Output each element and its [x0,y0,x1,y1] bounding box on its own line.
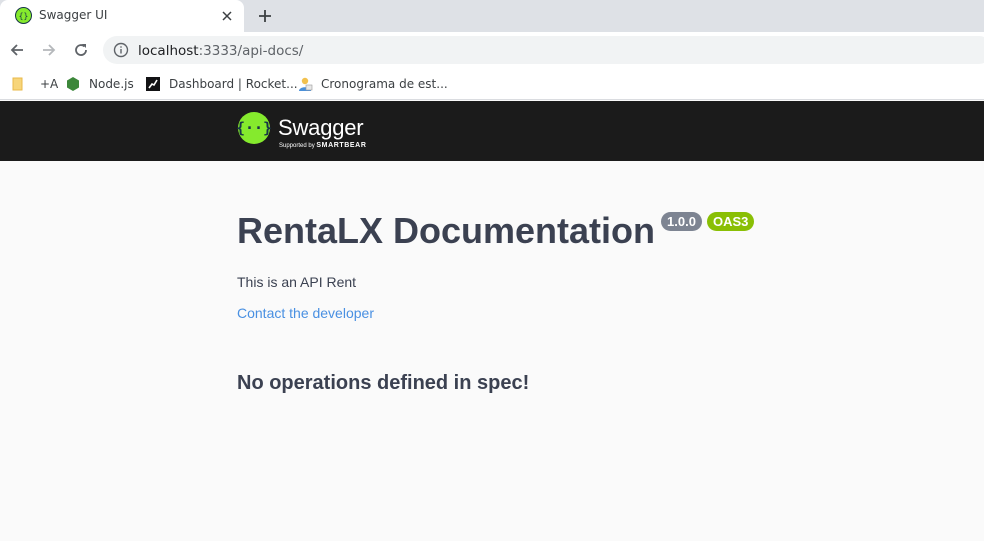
contact-developer-link[interactable]: Contact the developer [237,305,374,321]
swagger-brand: Swagger [278,115,364,140]
url-text: localhost:3333/api-docs/ [138,43,304,59]
bookmark-dashboard-rocket[interactable]: Dashboard | Rocket... [145,74,298,94]
browser-toolbar: localhost:3333/api-docs/ [0,32,984,68]
page-title: RentaLX Documentation [237,210,656,251]
person-icon [297,76,313,92]
swagger-favicon-icon: {} [15,7,32,24]
bookmark-nodejs[interactable]: Node.js [65,74,134,94]
tab-strip: {} Swagger UI [0,0,984,32]
new-tab-icon[interactable] [254,5,276,27]
bookmarks-bar: +A Node.js Dashboard | Rocket... Cronogr… [0,68,984,100]
tab-swagger-ui[interactable]: {} Swagger UI [0,0,244,32]
swagger-topbar: {··} Swagger Supported by SMARTBEAR [0,101,984,161]
bookmark-cronograma[interactable]: Cronograma de est... [297,74,448,94]
no-operations-message: No operations defined in spec! [237,372,530,394]
title-row: RentaLX Documentation 1.0.0 OAS3 [237,210,755,251]
reload-icon[interactable] [70,39,92,61]
bookmark-plus-a[interactable]: +A [10,74,58,94]
folder-icon [10,76,26,92]
version-badge: 1.0.0 [661,212,702,231]
address-bar[interactable]: localhost:3333/api-docs/ [103,36,984,64]
back-arrow-icon[interactable] [6,39,28,61]
rocketseat-icon [145,76,161,92]
close-tab-icon[interactable] [218,7,236,25]
nodejs-icon [65,76,81,92]
info-icon[interactable] [113,42,129,58]
supported-by-smartbear: Supported by SMARTBEAR [279,142,367,149]
tab-title: Swagger UI [39,8,108,22]
forward-arrow-icon[interactable] [38,39,60,61]
oas-badge: OAS3 [706,212,755,231]
svg-text:{}: {} [19,12,29,21]
svg-text:{··}: {··} [237,119,271,137]
api-description: This is an API Rent [237,274,357,290]
swagger-logo-icon[interactable]: {··} [236,111,272,145]
